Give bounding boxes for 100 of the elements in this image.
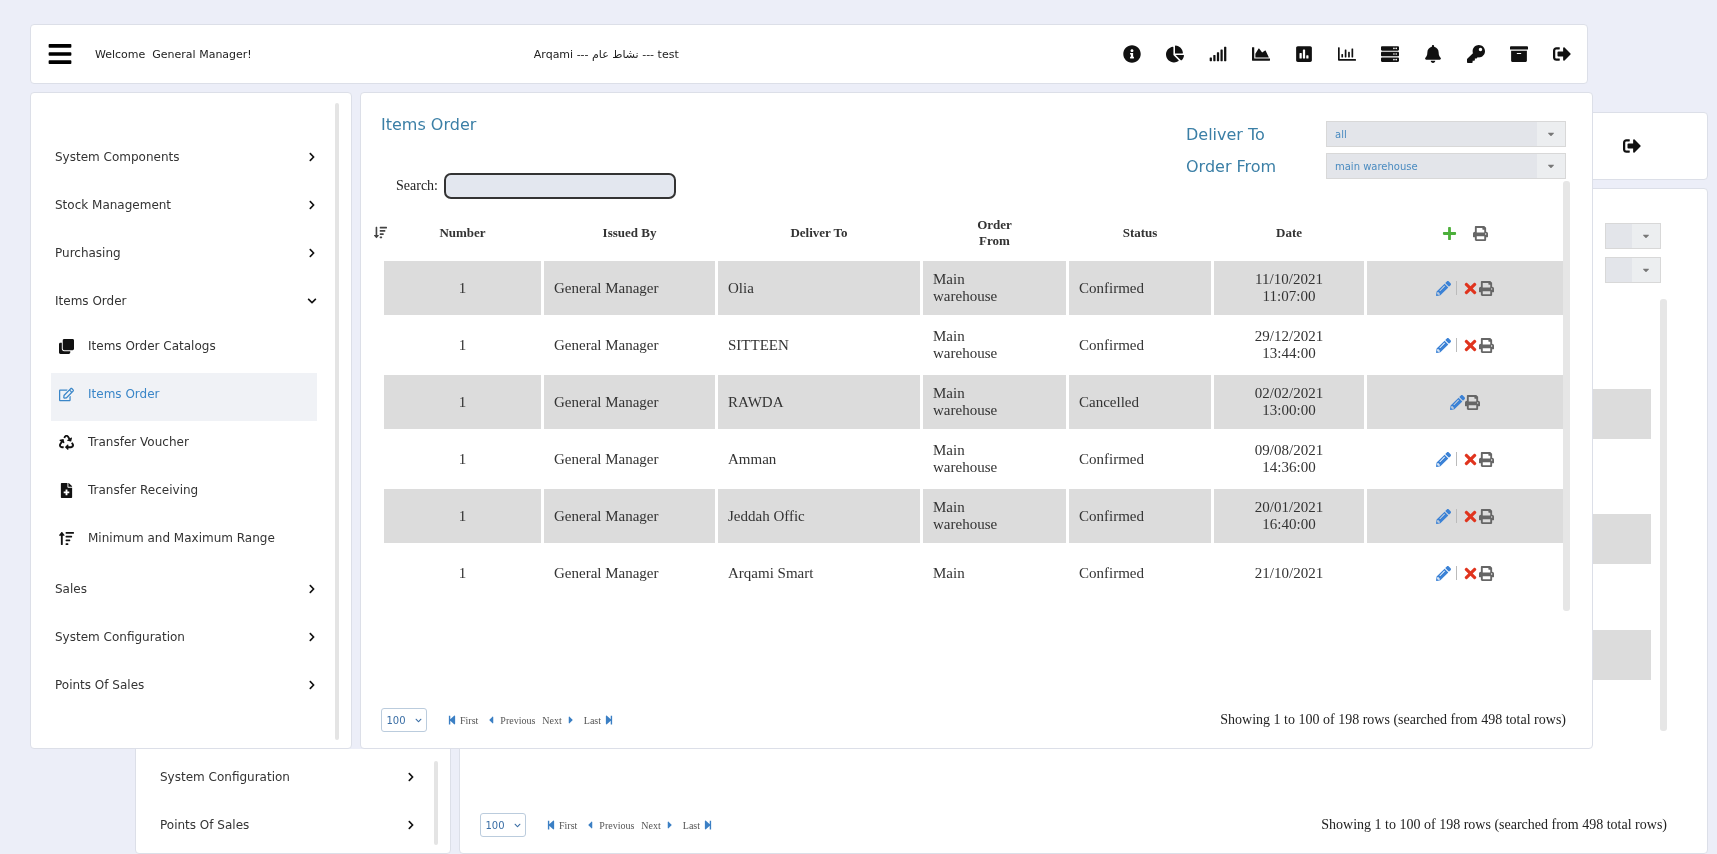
table-cell: Confirmed bbox=[1079, 450, 1144, 467]
column-header[interactable]: Number bbox=[439, 225, 486, 241]
previous-page-link[interactable]: Previous bbox=[584, 819, 635, 831]
table-cell: General Manager bbox=[554, 450, 659, 467]
chevron-right-icon bbox=[406, 772, 416, 782]
select-field[interactable] bbox=[1605, 223, 1661, 249]
table-cell: 1 bbox=[458, 507, 467, 524]
page-size-select[interactable]: 100 bbox=[480, 813, 526, 837]
print-icon[interactable] bbox=[1465, 394, 1480, 410]
key-icon[interactable] bbox=[1467, 45, 1485, 63]
table-cell: Arqami Smart bbox=[728, 564, 814, 582]
chevron-right-icon bbox=[307, 584, 317, 594]
print-icon[interactable] bbox=[1479, 508, 1494, 524]
edit-icon bbox=[59, 387, 74, 402]
sort-icon[interactable] bbox=[374, 226, 387, 239]
last-page-icon bbox=[703, 820, 713, 830]
add-icon[interactable] bbox=[1442, 225, 1457, 241]
sidebar-item[interactable]: Points Of Sales bbox=[156, 801, 416, 849]
table-cell: Jeddah Offic bbox=[728, 507, 805, 525]
sidebar-item[interactable]: Purchasing bbox=[51, 229, 317, 277]
server-icon[interactable] bbox=[1381, 45, 1399, 63]
sidebar-item[interactable]: Items Order bbox=[51, 277, 317, 325]
table-cell: Confirmed bbox=[1079, 564, 1144, 581]
table-cell-text: 11/10/2021 11:07:00 bbox=[1254, 271, 1324, 305]
print-icon[interactable] bbox=[1479, 280, 1494, 296]
last-page-link[interactable]: Last bbox=[583, 714, 614, 726]
column-header[interactable]: Date bbox=[1276, 225, 1302, 241]
table-cell-text: 02/02/2021 13:00:00 bbox=[1253, 385, 1325, 419]
column-header[interactable]: Order From bbox=[969, 217, 1020, 249]
last-page-link[interactable]: Last bbox=[682, 819, 713, 831]
next-page-link[interactable]: Next bbox=[641, 819, 676, 831]
table-cell: RAWDA bbox=[728, 393, 784, 411]
table-cell-text: Main warehouse bbox=[933, 328, 999, 362]
pencil-icon[interactable] bbox=[1436, 451, 1451, 467]
scrollbar[interactable] bbox=[1563, 181, 1570, 611]
sidebar-item[interactable]: System Components bbox=[51, 133, 317, 181]
chevron-right-icon bbox=[307, 248, 317, 258]
menu-icon[interactable] bbox=[47, 41, 73, 67]
bar-chart-icon[interactable] bbox=[1209, 45, 1227, 63]
bar-chart-outline-icon[interactable] bbox=[1338, 45, 1356, 63]
sidebar-item[interactable]: Sales bbox=[51, 565, 317, 613]
sidebar-subitem[interactable]: Items Order Catalogs bbox=[51, 325, 317, 373]
table-cell: General Manager bbox=[554, 336, 659, 353]
column-header[interactable]: Issued By bbox=[602, 225, 657, 241]
table-cell: 1 bbox=[458, 336, 467, 353]
table-cell: Confirmed bbox=[1079, 336, 1144, 353]
first-page-link[interactable]: First bbox=[546, 819, 578, 831]
first-page-icon bbox=[447, 715, 457, 725]
sort-icon bbox=[59, 531, 74, 546]
table-cell-text: Main warehouse bbox=[933, 499, 999, 533]
sidebar-item[interactable]: Points Of Sales bbox=[51, 661, 317, 709]
sidebar-item[interactable]: Stock Management bbox=[51, 181, 317, 229]
column-header[interactable]: Deliver To bbox=[790, 225, 848, 241]
print-icon[interactable] bbox=[1479, 451, 1494, 467]
next-page-link[interactable]: Next bbox=[542, 714, 577, 726]
table-cell: 1 bbox=[458, 279, 467, 296]
sidebar-item[interactable]: System Configuration bbox=[156, 753, 416, 801]
print-icon[interactable] bbox=[1479, 337, 1494, 353]
pencil-icon[interactable] bbox=[1436, 565, 1451, 581]
filter-label: Order From bbox=[1186, 156, 1278, 176]
last-page-icon bbox=[604, 715, 614, 725]
pencil-icon[interactable] bbox=[1436, 280, 1451, 296]
sidebar-item[interactable]: System Configuration bbox=[51, 613, 317, 661]
column-header[interactable]: Status bbox=[1122, 225, 1158, 241]
welcome-text: Welcome General Manager! bbox=[95, 47, 252, 61]
pencil-icon[interactable] bbox=[1436, 508, 1451, 524]
table-cell-text: 20/01/2021 16:40:00 bbox=[1253, 499, 1325, 533]
search-field[interactable] bbox=[444, 173, 676, 199]
bell-icon[interactable] bbox=[1424, 45, 1442, 63]
print-icon[interactable] bbox=[1479, 565, 1494, 581]
search-label: Search: bbox=[396, 178, 438, 194]
file-icon bbox=[59, 483, 74, 498]
scrollbar[interactable] bbox=[1660, 299, 1667, 731]
chevron-down-icon bbox=[414, 716, 422, 724]
pie-chart-icon[interactable] bbox=[1166, 45, 1184, 63]
previous-page-link[interactable]: Previous bbox=[485, 714, 536, 726]
first-page-icon bbox=[546, 820, 556, 830]
pencil-icon[interactable] bbox=[1436, 337, 1451, 353]
logout-icon[interactable] bbox=[1623, 137, 1641, 155]
pencil-icon[interactable] bbox=[1450, 394, 1465, 410]
rows-summary: Showing 1 to 100 of 198 rows (searched from 498 total rows) bbox=[1321, 817, 1667, 833]
table-cell-text: Main warehouse bbox=[933, 385, 999, 419]
sidebar-subitem[interactable]: Transfer Voucher bbox=[51, 421, 317, 469]
area-chart-icon[interactable] bbox=[1252, 45, 1270, 63]
logout-icon[interactable] bbox=[1553, 45, 1571, 63]
sidebar-subitem[interactable]: Items Order bbox=[51, 373, 317, 421]
rows-summary: Showing 1 to 100 of 198 rows (searched from 498 total rows) bbox=[1220, 712, 1566, 728]
table-cell: Confirmed bbox=[1079, 279, 1144, 296]
archive-icon[interactable] bbox=[1510, 45, 1528, 63]
first-page-link[interactable]: First bbox=[447, 714, 479, 726]
table-cell: 1 bbox=[458, 564, 467, 581]
print-icon[interactable] bbox=[1473, 225, 1488, 241]
info-icon[interactable] bbox=[1123, 45, 1141, 63]
sidebar-subitem[interactable]: Transfer Receiving bbox=[51, 469, 317, 517]
select-field[interactable] bbox=[1605, 257, 1661, 283]
table-cell-text: Main warehouse bbox=[933, 442, 999, 476]
sidebar-subitem[interactable]: Minimum and Maximum Range bbox=[51, 517, 317, 565]
copy-icon bbox=[59, 339, 74, 354]
page-title: Items Order bbox=[381, 115, 477, 134]
page-size-select[interactable]: 100 bbox=[381, 708, 427, 732]
